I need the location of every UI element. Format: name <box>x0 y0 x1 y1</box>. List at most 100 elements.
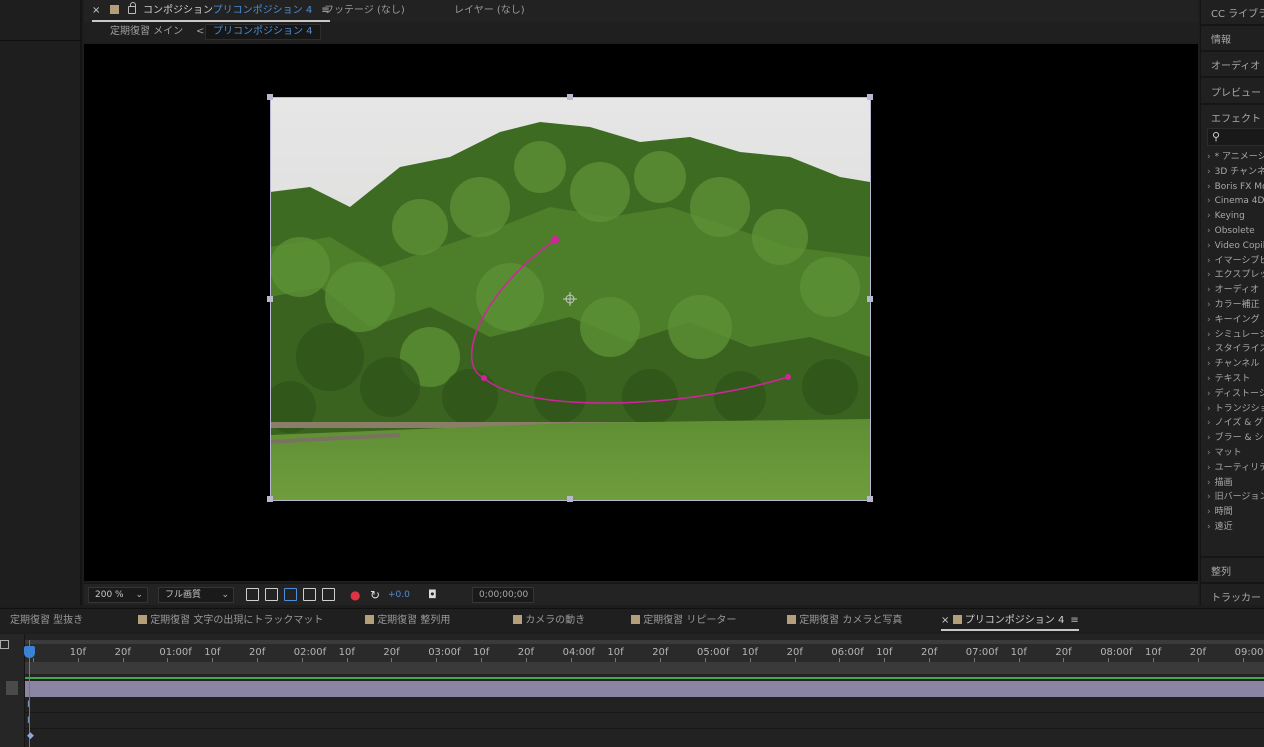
camera-snapshot-icon[interactable]: ◘ <box>428 587 437 603</box>
time-ruler[interactable]: 0f10f20f01:00f10f20f02:00f10f20f03:00f10… <box>25 640 1264 662</box>
close-icon[interactable]: × <box>92 5 100 16</box>
keyframe-icon[interactable]: I <box>27 716 31 726</box>
panel-align[interactable]: 整列 <box>1211 563 1231 578</box>
work-area-bar[interactable] <box>25 640 1264 644</box>
zoom-select[interactable]: 200 % ⌄ <box>88 587 148 603</box>
effects-category[interactable]: › マット <box>1201 446 1264 461</box>
layer-label[interactable] <box>6 681 18 695</box>
keyframe-point <box>785 374 791 380</box>
effects-category[interactable]: ›エクスプレッション制御 <box>1201 268 1264 283</box>
effects-category[interactable]: › 描画 <box>1201 476 1264 491</box>
keyframe-point <box>481 375 487 381</box>
effects-category[interactable]: › チャンネル <box>1201 357 1264 372</box>
ruler-tick-label: 10f <box>876 647 893 658</box>
search-icon: ⚲ <box>1212 130 1221 143</box>
effects-category[interactable]: ›トランジション <box>1201 402 1264 417</box>
transform-handle-bc <box>567 496 573 502</box>
effects-category[interactable]: ›ユーティリティ <box>1201 461 1264 476</box>
lock-icon[interactable] <box>127 2 136 14</box>
ruler-tick-label: 03:00f <box>428 647 461 658</box>
ruler-tick-label: 02:00f <box>293 647 327 658</box>
tab-composition[interactable]: × コンポジションプリコンポジション 4 ≡ <box>92 0 330 22</box>
effects-category[interactable]: › キーイング <box>1201 313 1264 328</box>
reset-exposure-icon[interactable]: ↻ <box>370 587 380 603</box>
effects-category[interactable]: › Keying <box>1201 209 1264 224</box>
ruler-tick-label: 20f <box>114 647 131 658</box>
transparency-grid-icon[interactable] <box>265 588 278 601</box>
panel-info[interactable]: 情報 <box>1211 31 1231 46</box>
label-color-swatch <box>952 615 962 624</box>
timeline-tab[interactable]: 定期復習 整列用 <box>365 609 450 633</box>
effects-category[interactable]: ›イマーシブビデオ <box>1201 254 1264 269</box>
timecode-display[interactable]: 0;00;00;00 <box>472 587 534 603</box>
anchor-point-icon <box>563 292 577 306</box>
tab-prefix: コンポジション <box>142 5 213 16</box>
breadcrumb-item-active[interactable]: プリコンポジション 4 <box>205 24 321 40</box>
effects-category[interactable]: ›3D チャンネル <box>1201 165 1264 180</box>
timeline-tab[interactable]: カメラの動き <box>513 609 585 633</box>
motion-path <box>470 239 789 404</box>
grid-guides-icon[interactable] <box>322 588 335 601</box>
timeline-tab[interactable]: 定期復習 リピーター <box>631 609 736 633</box>
panel-effects-presets[interactable]: エフェクト & プリセット <box>1211 110 1264 125</box>
time-navigator[interactable] <box>25 662 1264 674</box>
ruler-tick-label: 01:00f <box>159 647 192 658</box>
chevron-left-icon[interactable]: < <box>196 22 204 42</box>
effects-category[interactable]: › Cinema 4D <box>1201 194 1264 209</box>
effects-category[interactable]: › テキスト <box>1201 372 1264 387</box>
fast-preview-icon[interactable] <box>246 588 259 601</box>
right-panel: CC ライブラリ 情報 オーディオ プレビュー エフェクト & プリセット ⚲ … <box>1200 0 1264 605</box>
effects-category[interactable]: › スタイライズ <box>1201 342 1264 357</box>
timecode-value: 0;00;00;00 <box>479 590 529 600</box>
label-color-swatch <box>109 5 119 14</box>
panel-audio[interactable]: オーディオ <box>1211 57 1260 72</box>
layer-duration-bar[interactable] <box>25 681 1264 697</box>
effects-category[interactable]: ›* アニメーションプリセット <box>1201 150 1264 165</box>
timeline-tab[interactable]: 定期復習 カメラと写真 <box>787 609 902 633</box>
layer-switches-column <box>0 634 25 747</box>
composition-viewer[interactable] <box>84 44 1198 581</box>
timeline-tab[interactable]: 定期復習 文字の出現にトラックマット <box>138 609 323 633</box>
color-channels-icon[interactable]: ● <box>350 587 360 603</box>
panel-cc-libraries[interactable]: CC ライブラリ <box>1211 5 1264 20</box>
effects-category[interactable]: ›ブラー & シャープ <box>1201 431 1264 446</box>
effects-category[interactable]: › 遠近 <box>1201 520 1264 535</box>
menu-icon[interactable]: ≡ <box>1070 609 1078 633</box>
chevron-down-icon: ⌄ <box>135 590 143 600</box>
panel-preview[interactable]: プレビュー <box>1211 84 1261 99</box>
effects-category[interactable]: ›シミュレーション <box>1201 328 1264 343</box>
transform-handle-br <box>867 496 873 502</box>
effects-category[interactable]: ›Boris FX Mocha <box>1201 180 1264 195</box>
keyframe-icon[interactable]: I <box>27 700 31 710</box>
work-area-icon[interactable] <box>0 640 9 649</box>
effects-category[interactable]: ›ノイズ & グレイン <box>1201 416 1264 431</box>
mask-visibility-icon[interactable] <box>284 588 297 601</box>
effects-category[interactable]: › カラー補正 <box>1201 298 1264 313</box>
effects-category[interactable]: › Obsolete <box>1201 224 1264 239</box>
ruler-tick-label: 10f <box>204 647 221 658</box>
effects-category[interactable]: › オーディオ <box>1201 283 1264 298</box>
playhead-handle[interactable] <box>24 646 35 658</box>
exposure-value[interactable]: +0.0 <box>388 587 410 603</box>
resolution-select[interactable]: フル画質 ⌄ <box>158 587 234 603</box>
effects-category[interactable]: ›Video Copilot <box>1201 239 1264 254</box>
timeline-tab-active[interactable]: × プリコンポジション 4 ≡ <box>941 609 1079 631</box>
keyframe-icon[interactable]: ◆ <box>27 731 34 741</box>
ruler-tick-label: 08:00f <box>1100 647 1133 658</box>
breadcrumb-item-main[interactable]: 定期復習 メイン <box>110 22 183 42</box>
timeline-tab[interactable]: 定期復習 型抜き <box>10 609 83 633</box>
effects-category[interactable]: › 旧バージョン <box>1201 490 1264 505</box>
tab-layer[interactable]: レイヤー (なし) <box>454 0 525 22</box>
effects-category[interactable]: › 時間 <box>1201 505 1264 520</box>
tab-footage[interactable]: フッテージ (なし) <box>324 0 405 22</box>
transform-handle-bl <box>267 496 273 502</box>
breadcrumb: 定期復習 メイン < プリコンポジション 4 <box>84 22 1198 42</box>
ruler-tick-label: 07:00f <box>965 647 999 658</box>
close-icon[interactable]: × <box>941 615 949 626</box>
ruler-tick-label: 20f <box>1055 647 1072 658</box>
effects-search-input[interactable]: ⚲ <box>1207 128 1264 146</box>
region-of-interest-icon[interactable] <box>303 588 316 601</box>
render-cache-indicator <box>25 677 1264 679</box>
effects-category[interactable]: ›ディストーション <box>1201 387 1264 402</box>
panel-tracker[interactable]: トラッカー <box>1211 589 1261 604</box>
